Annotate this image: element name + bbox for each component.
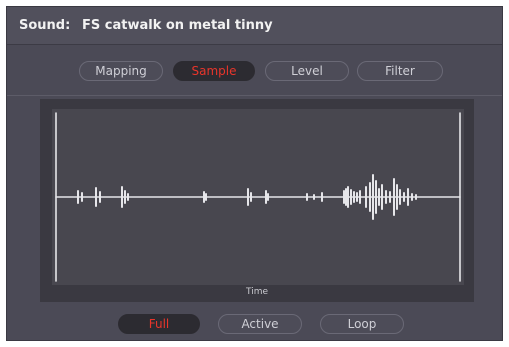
mode-active-button[interactable]: Active: [218, 314, 302, 334]
waveform-display: Time: [40, 99, 474, 302]
tab-bar: Mapping Sample Level Filter: [7, 45, 502, 97]
tab-mapping-label: Mapping: [95, 64, 147, 78]
mode-full-button[interactable]: Full: [118, 314, 200, 334]
tab-sample[interactable]: Sample: [173, 61, 255, 81]
sound-name: FS catwalk on metal tinny: [82, 18, 273, 33]
sound-label: Sound:: [19, 18, 71, 33]
mode-loop-label: Loop: [347, 317, 377, 331]
mode-full-label: Full: [148, 317, 170, 331]
playback-mode-bar: Full Active Loop: [7, 306, 502, 340]
tab-level-label: Level: [291, 64, 323, 78]
waveform-area[interactable]: [52, 109, 464, 285]
tab-level[interactable]: Level: [265, 61, 349, 81]
tab-filter-label: Filter: [385, 64, 415, 78]
section-divider: [7, 95, 502, 96]
mode-loop-button[interactable]: Loop: [320, 314, 404, 334]
sound-header: Sound: FS catwalk on metal tinny: [7, 7, 502, 45]
tab-sample-label: Sample: [191, 64, 237, 78]
tab-filter[interactable]: Filter: [357, 61, 443, 81]
tab-mapping[interactable]: Mapping: [79, 61, 163, 81]
waveform-graphic: [55, 112, 461, 282]
mode-active-label: Active: [241, 317, 279, 331]
sound-editor-panel: Sound: FS catwalk on metal tinny Mapping…: [6, 6, 503, 341]
time-axis-label: Time: [245, 287, 269, 297]
